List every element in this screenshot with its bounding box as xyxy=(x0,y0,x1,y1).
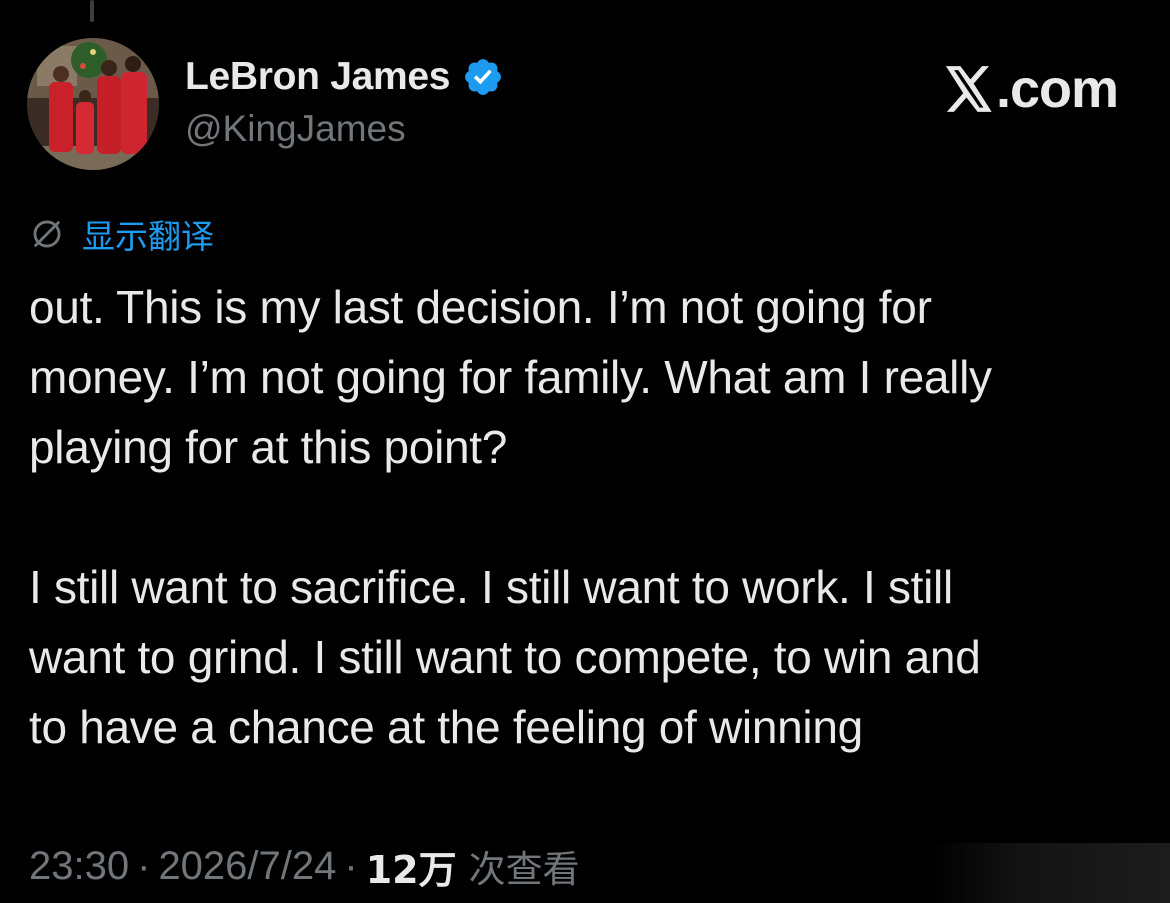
verified-badge-icon xyxy=(465,59,502,95)
show-translation-link[interactable]: 显示翻译 xyxy=(82,210,214,258)
views-label: 次查看 xyxy=(468,848,580,891)
watermark-text: .com xyxy=(995,59,1119,119)
x-logo-icon xyxy=(945,66,992,112)
translate-row[interactable]: 显示翻译 xyxy=(30,212,214,256)
meta-separator: · xyxy=(137,843,151,888)
author-info[interactable]: LeBron James @KingJames xyxy=(185,54,504,150)
avatar[interactable] xyxy=(27,38,159,170)
tweet-body: out. This is my last decision. I’m not g… xyxy=(29,272,1139,762)
tweet-paragraph: out. This is my last decision. I’m not g… xyxy=(29,281,992,473)
tweet-date[interactable]: 2026/7/24 xyxy=(158,844,336,889)
tweet-paragraph: I still want to sacrifice. I still want … xyxy=(29,561,981,753)
meta-separator: · xyxy=(344,843,358,888)
tweet-meta: 23:30 · 2026/7/24 · 12万 次查看 xyxy=(29,838,580,894)
corner-blur xyxy=(930,843,1170,903)
views-count[interactable]: 12万 xyxy=(366,839,457,894)
globe-icon xyxy=(33,220,61,248)
x-com-watermark: .com xyxy=(944,58,1119,120)
avatar-photo xyxy=(27,38,159,170)
author-name-row: LeBron James xyxy=(185,54,504,100)
author-handle[interactable]: @KingJames xyxy=(185,108,504,150)
thread-connector-line xyxy=(90,0,94,22)
author-display-name[interactable]: LeBron James xyxy=(185,55,450,99)
tweet-time[interactable]: 23:30 xyxy=(29,844,129,889)
